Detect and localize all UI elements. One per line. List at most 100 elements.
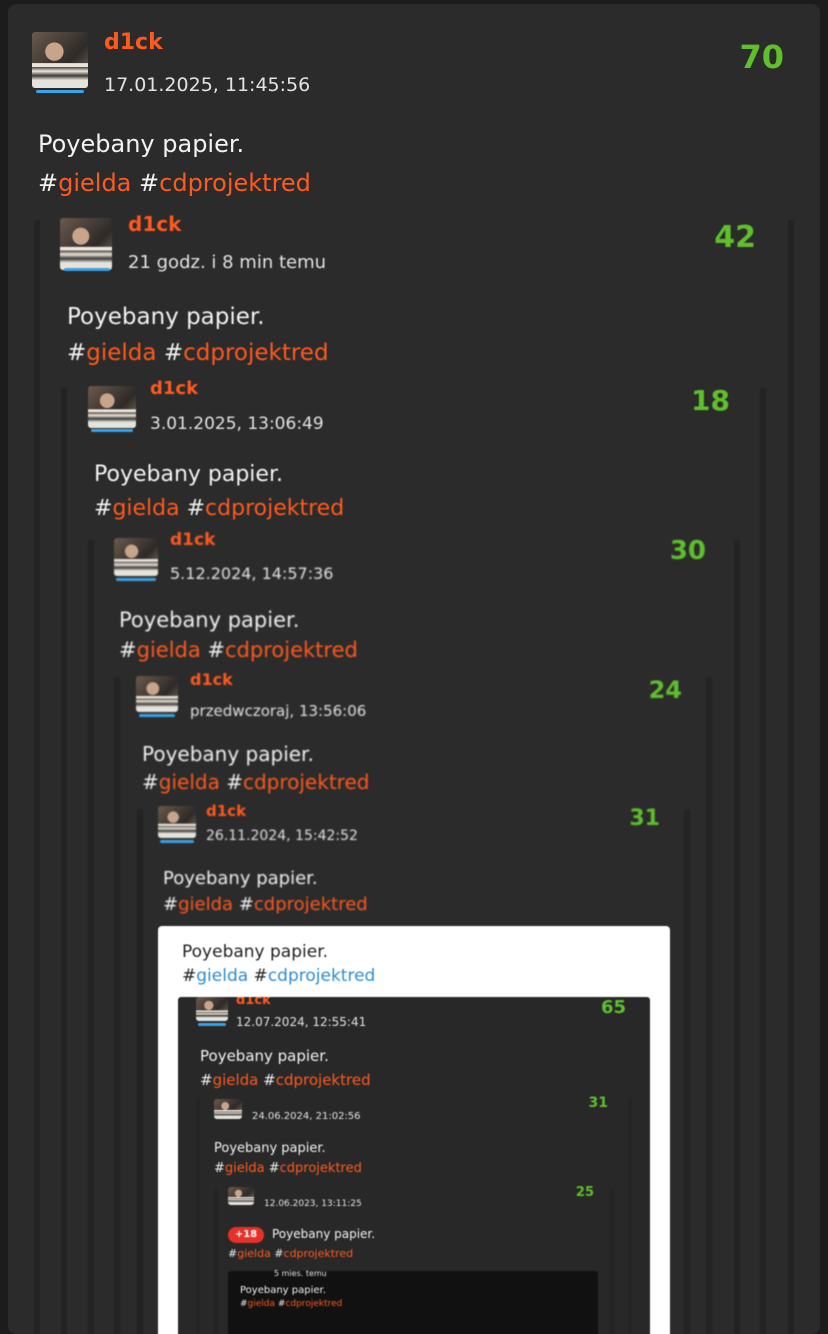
post-text: Poyebany papier. xyxy=(182,942,329,962)
tag-cdprojektred[interactable]: cdprojektred xyxy=(280,1161,362,1176)
username[interactable]: d1ck xyxy=(190,670,233,689)
post-date[interactable]: 3.01.2025, 13:06:49 xyxy=(150,414,324,434)
vote-score: 24 xyxy=(648,676,682,704)
post-text: Poyebany papier. xyxy=(67,304,265,330)
tag-gielda[interactable]: gielda xyxy=(213,1071,259,1089)
tag-cdprojektred[interactable]: cdprojektred xyxy=(285,1299,342,1309)
avatar[interactable] xyxy=(88,386,136,428)
post-date[interactable]: 5.12.2024, 14:57:36 xyxy=(170,564,333,583)
post-tags: #gielda #cdprojektred xyxy=(200,1071,371,1089)
tag-gielda[interactable]: gielda xyxy=(58,169,131,197)
tag-cdprojektred[interactable]: cdprojektred xyxy=(183,340,328,366)
avatar[interactable] xyxy=(158,806,196,838)
hash: # xyxy=(233,894,254,915)
tag-cdprojektred[interactable]: cdprojektred xyxy=(159,169,311,197)
hash: # xyxy=(38,169,59,197)
vote-score: 31 xyxy=(629,806,660,831)
avatar-online-bar xyxy=(91,429,133,432)
tag-cdprojektred[interactable]: cdprojektred xyxy=(268,966,376,986)
post-date[interactable]: 24.06.2024, 21:02:56 xyxy=(252,1111,361,1122)
tag-cdprojektred[interactable]: cdprojektred xyxy=(243,770,369,794)
username[interactable]: d1ck xyxy=(236,997,271,1008)
quote-border-right xyxy=(734,540,740,1334)
nsfw-badge: +18 xyxy=(228,1227,264,1243)
quote-border-left xyxy=(114,678,120,1334)
post-tags: #gielda #cdprojektred xyxy=(228,1247,353,1260)
quote-border-right xyxy=(760,388,766,1334)
post-text: Poyebany papier. xyxy=(119,608,300,632)
hash: # xyxy=(248,966,268,986)
post-text: Poyebany papier. xyxy=(163,868,318,889)
hash: # xyxy=(163,894,179,915)
vote-score: 30 xyxy=(669,536,706,566)
tag-gielda[interactable]: gielda xyxy=(159,770,220,794)
post-tags: #gielda #cdprojektred xyxy=(38,169,311,197)
hash: # xyxy=(142,770,159,794)
tag-gielda[interactable]: gielda xyxy=(178,894,233,915)
hash: # xyxy=(67,340,87,366)
hash: # xyxy=(264,1161,280,1176)
post-tags: #gielda #cdprojektred xyxy=(214,1161,362,1176)
post-date[interactable]: 12.06.2023, 13:11:25 xyxy=(264,1199,362,1209)
hash: # xyxy=(179,496,206,521)
post-card: d1ck 17.01.2025, 11:45:56 70 Poyebany pa… xyxy=(8,4,820,1334)
tag-cdprojektred[interactable]: cdprojektred xyxy=(205,496,344,521)
post-date[interactable]: 5 mies. temu xyxy=(274,1269,327,1278)
post-tags: #gielda #cdprojektred xyxy=(67,340,329,366)
username[interactable]: d1ck xyxy=(128,212,181,236)
post-text: Poyebany papier. xyxy=(240,1285,326,1296)
post-date[interactable]: 26.11.2024, 15:42:52 xyxy=(206,828,358,844)
avatar-online-bar xyxy=(36,90,84,93)
tag-cdprojektred[interactable]: cdprojektred xyxy=(276,1071,371,1089)
post-tags: #gielda #cdprojektred xyxy=(119,638,358,662)
avatar[interactable] xyxy=(214,1099,242,1119)
avatar[interactable] xyxy=(60,218,112,270)
username[interactable]: d1ck xyxy=(150,378,198,399)
tag-gielda[interactable]: gielda xyxy=(248,1299,275,1309)
quote-border-left xyxy=(61,388,67,1334)
tag-gielda[interactable]: gielda xyxy=(86,340,156,366)
username[interactable]: d1ck xyxy=(206,802,246,820)
avatar[interactable] xyxy=(228,1187,254,1205)
post-tags: #gielda #cdprojektred xyxy=(94,496,344,521)
post-date[interactable]: przedwczoraj, 13:56:06 xyxy=(190,702,366,720)
avatar[interactable] xyxy=(136,676,178,712)
avatar[interactable] xyxy=(196,997,228,1021)
avatar[interactable] xyxy=(32,32,88,88)
hash: # xyxy=(200,638,226,662)
post-date[interactable]: 21 godz. i 8 min temu xyxy=(128,252,326,273)
hash: # xyxy=(156,340,184,366)
tag-gielda[interactable]: gielda xyxy=(196,966,248,986)
vote-score: 70 xyxy=(739,38,784,76)
username[interactable]: d1ck xyxy=(170,530,215,550)
quote-border-left xyxy=(137,810,143,1334)
tag-gielda[interactable]: gielda xyxy=(237,1247,271,1260)
tag-gielda[interactable]: gielda xyxy=(137,638,201,662)
post-text: Poyebany papier. xyxy=(94,462,283,487)
tag-gielda[interactable]: gielda xyxy=(225,1161,265,1176)
hash: # xyxy=(119,638,137,662)
tag-gielda[interactable]: gielda xyxy=(112,496,179,521)
quote-border-right xyxy=(610,1189,614,1334)
avatar-online-bar xyxy=(139,714,175,717)
tag-cdprojektred[interactable]: cdprojektred xyxy=(254,894,368,915)
hash: # xyxy=(214,1161,225,1176)
hash: # xyxy=(131,169,160,197)
hash: # xyxy=(240,1299,248,1309)
post-tags: #gielda #cdprojektred xyxy=(163,894,368,915)
tag-cdprojektred[interactable]: cdprojektred xyxy=(284,1247,354,1260)
post-date[interactable]: 12.07.2024, 12:55:41 xyxy=(236,1015,366,1029)
quote-border-left xyxy=(196,1099,200,1334)
username[interactable]: d1ck xyxy=(104,30,163,55)
quote-border-right xyxy=(628,1099,632,1334)
post-text: Poyebany papier. xyxy=(142,742,314,766)
vote-score: 42 xyxy=(714,220,756,255)
vote-score: 18 xyxy=(691,384,730,417)
tag-cdprojektred[interactable]: cdprojektred xyxy=(225,638,358,662)
post-date[interactable]: 17.01.2025, 11:45:56 xyxy=(104,74,310,96)
avatar[interactable] xyxy=(114,538,158,576)
quote-border-left xyxy=(214,1189,218,1334)
avatar-online-bar xyxy=(160,840,194,843)
embedded-screenshot: Poyebany papier. #gielda #cdprojektred d… xyxy=(158,926,670,1334)
hash: # xyxy=(258,1071,276,1089)
